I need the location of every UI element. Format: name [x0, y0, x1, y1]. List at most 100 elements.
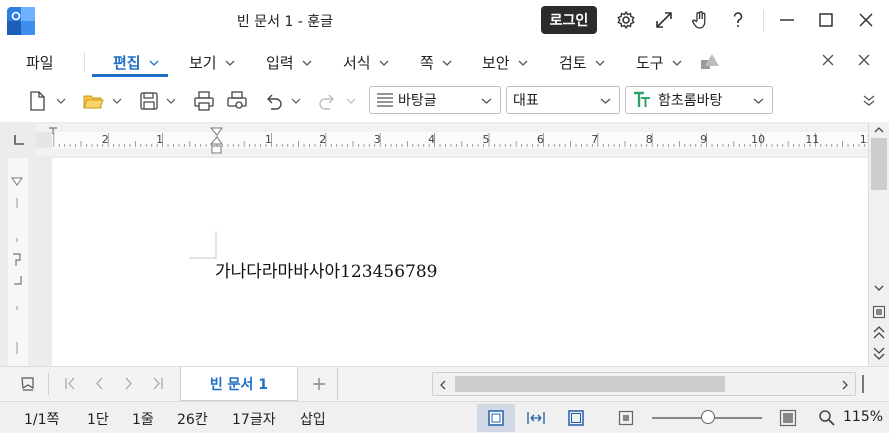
paragraph-style-value: 바탕글	[398, 93, 437, 109]
shapes-icon[interactable]	[699, 52, 721, 72]
chevron-down-icon[interactable]	[112, 97, 122, 105]
menu-tools-label: 도구	[636, 54, 664, 72]
horizontal-ruler[interactable]: 21123456789101112	[36, 124, 874, 156]
ruler-label: 1	[265, 133, 272, 146]
print-icon[interactable]	[193, 90, 215, 112]
add-tab-button[interactable]	[300, 368, 338, 400]
vertical-ruler[interactable]	[0, 158, 36, 366]
document-tab[interactable]: 빈 문서 1	[180, 367, 298, 401]
save-icon[interactable]	[138, 90, 160, 112]
menu-format[interactable]: 서식	[343, 52, 389, 73]
chevron-down-icon	[753, 98, 764, 104]
previous-tab-icon[interactable]	[94, 377, 104, 390]
undo-icon[interactable]	[263, 90, 285, 112]
menu-page-label: 쪽	[420, 54, 434, 72]
scroll-down-icon[interactable]	[874, 284, 884, 292]
close-document-icon[interactable]	[857, 53, 871, 67]
menu-page[interactable]: 쪽	[420, 52, 452, 73]
hand-icon[interactable]	[690, 10, 710, 30]
chevron-down-icon	[225, 60, 235, 66]
redo-icon[interactable]	[316, 90, 338, 112]
login-button[interactable]: 로그인	[541, 6, 597, 34]
chevron-down-icon	[149, 60, 159, 66]
bookmark-icon[interactable]	[20, 376, 36, 392]
menu-security[interactable]: 보안	[482, 52, 528, 73]
help-icon[interactable]	[728, 10, 748, 30]
document-text[interactable]: 가나다라마바사아123456789	[215, 257, 437, 282]
status-char-count: 17글자	[232, 412, 276, 428]
page-width-icon	[527, 412, 545, 424]
view-full-page-button[interactable]	[477, 404, 515, 432]
zoom-percent[interactable]: 115%	[843, 409, 883, 425]
menu-view-label: 보기	[189, 54, 217, 72]
magnifier-icon[interactable]	[818, 409, 835, 426]
document-page[interactable]: 가나다라마바사아123456789	[52, 158, 868, 366]
scroll-left-icon[interactable]	[439, 380, 447, 390]
menu-divider	[84, 52, 85, 72]
ruler-label: 2	[102, 133, 109, 146]
zoom-out-button[interactable]	[607, 404, 645, 432]
open-folder-icon[interactable]	[82, 90, 104, 112]
last-tab-icon[interactable]	[152, 377, 164, 390]
font-family-combo[interactable]: 함초롬바탕	[625, 86, 773, 114]
ruler-corner[interactable]	[0, 122, 36, 154]
view-page-width-button[interactable]	[517, 404, 555, 432]
vertical-scrollbar[interactable]	[868, 122, 889, 366]
tab-type-icon	[14, 135, 24, 145]
print-preview-icon[interactable]	[226, 90, 248, 112]
status-page[interactable]: 1/1쪽	[24, 409, 59, 429]
zoom-in-button[interactable]	[769, 404, 807, 432]
paragraph-style-combo[interactable]: 바탕글	[369, 86, 501, 114]
font-language-combo[interactable]: 대표	[506, 86, 620, 114]
chevron-down-icon[interactable]	[166, 97, 176, 105]
menu-edit[interactable]: 편집	[113, 52, 159, 73]
expand-icon[interactable]	[654, 10, 674, 30]
status-insert-mode[interactable]: 삽입	[300, 409, 326, 429]
view-whole-page-button[interactable]	[557, 404, 595, 432]
expand-toolbar-icon[interactable]	[862, 94, 876, 108]
menu-insert-label: 입력	[266, 54, 294, 72]
active-menu-underline	[92, 74, 168, 77]
chevron-down-icon	[600, 98, 611, 104]
menu-edit-label: 편집	[113, 54, 141, 72]
status-line: 1줄	[132, 412, 154, 428]
chevron-down-icon[interactable]	[291, 97, 301, 105]
chevron-down-icon[interactable]	[56, 97, 66, 105]
maximize-icon[interactable]	[816, 10, 836, 30]
chevron-down-icon	[595, 60, 605, 66]
new-document-icon[interactable]	[26, 90, 48, 112]
menu-tools[interactable]: 도구	[636, 52, 682, 73]
title-bar: 빈 문서 1 - 훈글 로그인	[0, 0, 889, 40]
titlebar-divider	[763, 10, 764, 32]
chevron-down-icon[interactable]	[346, 97, 356, 105]
menu-view[interactable]: 보기	[189, 52, 235, 73]
menu-insert[interactable]: 입력	[266, 52, 312, 73]
horizontal-scroll-thumb[interactable]	[455, 376, 725, 392]
split-handle[interactable]	[862, 375, 864, 393]
horizontal-scrollbar[interactable]	[432, 372, 856, 396]
next-page-icon[interactable]	[873, 346, 885, 360]
ruler-label: 12	[860, 133, 868, 146]
gear-icon[interactable]	[616, 10, 636, 30]
first-tab-icon[interactable]	[64, 377, 76, 390]
previous-page-icon[interactable]	[873, 326, 885, 340]
chevron-down-icon	[672, 60, 682, 66]
vertical-scroll-thumb[interactable]	[871, 138, 887, 190]
status-column: 26칸	[177, 412, 208, 428]
scroll-right-icon[interactable]	[841, 380, 849, 390]
scroll-up-icon[interactable]	[874, 126, 884, 134]
close-icon[interactable]	[856, 10, 876, 30]
menu-review[interactable]: 검토	[559, 52, 605, 73]
next-tab-icon[interactable]	[124, 377, 134, 390]
minimize-icon[interactable]	[777, 10, 797, 30]
truetype-font-icon	[634, 91, 650, 107]
vertical-ruler-scale	[8, 158, 28, 366]
zoom-slider-knob[interactable]	[701, 410, 715, 424]
page-view-icon[interactable]	[872, 305, 886, 319]
menu-file[interactable]: 파일	[26, 52, 54, 73]
status-bar: 1/1쪽 1단 1줄 26칸 17글자 삽입 115%	[0, 401, 889, 433]
collapse-ribbon-icon[interactable]	[821, 53, 835, 67]
ruler-scale: 21123456789101112	[36, 127, 874, 154]
ruler-label: 4	[428, 133, 435, 146]
menu-security-label: 보안	[482, 54, 510, 72]
